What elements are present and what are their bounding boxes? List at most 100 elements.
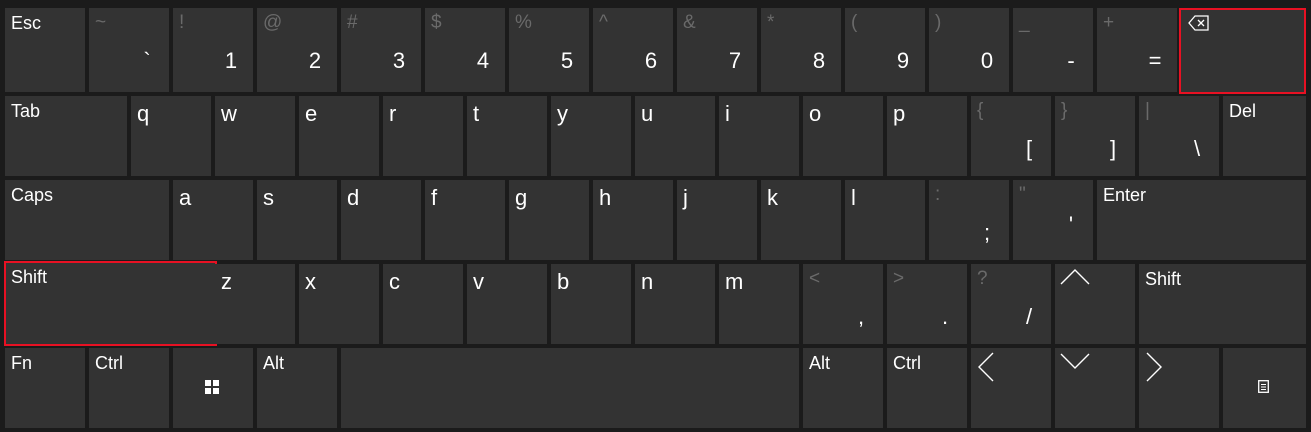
key-primary: . bbox=[941, 304, 949, 329]
key-letter: h bbox=[599, 185, 612, 210]
shift-right-key[interactable]: Shift bbox=[1139, 264, 1306, 344]
key-secondary: # bbox=[347, 12, 358, 33]
key-b[interactable]: b bbox=[551, 264, 631, 344]
key-letter: v bbox=[473, 269, 484, 294]
backtick-key[interactable]: ~ ` bbox=[89, 8, 169, 92]
key-letter: l bbox=[851, 185, 856, 210]
tab-key[interactable]: Tab bbox=[5, 96, 127, 176]
alt-right-key[interactable]: Alt bbox=[803, 348, 883, 428]
key-i[interactable]: i bbox=[719, 96, 799, 176]
ctrl-right-key[interactable]: Ctrl bbox=[887, 348, 967, 428]
key-secondary: ( bbox=[851, 12, 858, 33]
key-y[interactable]: y bbox=[551, 96, 631, 176]
key-letter: c bbox=[389, 269, 400, 294]
key-letter: k bbox=[767, 185, 778, 210]
caps-key[interactable]: Caps bbox=[5, 180, 169, 260]
left-arrow-key[interactable] bbox=[971, 348, 1051, 428]
key-g[interactable]: g bbox=[509, 180, 589, 260]
key-e[interactable]: e bbox=[299, 96, 379, 176]
semicolon-key[interactable]: : ; bbox=[929, 180, 1009, 260]
down-arrow-key[interactable] bbox=[1055, 348, 1135, 428]
key-letter: b bbox=[557, 269, 570, 294]
key-letter: j bbox=[683, 185, 688, 210]
alt-right-label: Alt bbox=[809, 353, 831, 373]
key-letter: i bbox=[725, 101, 730, 126]
key-z[interactable]: z bbox=[215, 264, 295, 344]
shift-right-label: Shift bbox=[1145, 269, 1182, 289]
del-label: Del bbox=[1229, 101, 1257, 121]
key-m[interactable]: m bbox=[719, 264, 799, 344]
quote-key[interactable]: " ' bbox=[1013, 180, 1093, 260]
key-q[interactable]: q bbox=[131, 96, 211, 176]
key-k[interactable]: k bbox=[761, 180, 841, 260]
key-p[interactable]: p bbox=[887, 96, 967, 176]
key-8[interactable]: * 8 bbox=[761, 8, 841, 92]
key-0[interactable]: ) 0 bbox=[929, 8, 1009, 92]
key-3[interactable]: # 3 bbox=[341, 8, 421, 92]
chevron-left-icon bbox=[978, 352, 994, 382]
key-primary: - bbox=[1067, 48, 1075, 73]
key-primary: ' bbox=[1068, 212, 1074, 237]
key-j[interactable]: j bbox=[677, 180, 757, 260]
backspace-key[interactable] bbox=[1179, 8, 1306, 94]
key-a[interactable]: a bbox=[173, 180, 253, 260]
equals-key[interactable]: + = bbox=[1097, 8, 1177, 92]
key-t[interactable]: t bbox=[467, 96, 547, 176]
esc-key[interactable]: Esc bbox=[5, 8, 85, 92]
backslash-key[interactable]: | \ bbox=[1139, 96, 1219, 176]
key-7[interactable]: & 7 bbox=[677, 8, 757, 92]
key-u[interactable]: u bbox=[635, 96, 715, 176]
on-screen-keyboard: Esc ~ ` ! 1 @ 2 # 3 $ 4 % 5 ^ 6 & 7 * 8 … bbox=[0, 0, 1311, 432]
key-v[interactable]: v bbox=[467, 264, 547, 344]
tab-label: Tab bbox=[11, 101, 41, 121]
key-9[interactable]: ( 9 bbox=[845, 8, 925, 92]
space-key[interactable] bbox=[341, 348, 799, 428]
menu-key[interactable] bbox=[1223, 348, 1306, 428]
up-arrow-key[interactable] bbox=[1055, 264, 1135, 344]
key-o[interactable]: o bbox=[803, 96, 883, 176]
key-6[interactable]: ^ 6 bbox=[593, 8, 673, 92]
key-5[interactable]: % 5 bbox=[509, 8, 589, 92]
key-secondary: ? bbox=[977, 268, 988, 289]
chevron-right-icon bbox=[1146, 352, 1162, 382]
key-primary: 0 bbox=[980, 48, 994, 73]
key-x[interactable]: x bbox=[299, 264, 379, 344]
fn-key[interactable]: Fn bbox=[5, 348, 85, 428]
key-d[interactable]: d bbox=[341, 180, 421, 260]
key-2[interactable]: @ 2 bbox=[257, 8, 337, 92]
key-secondary: " bbox=[1019, 184, 1026, 205]
key-primary: \ bbox=[1193, 136, 1201, 161]
key-s[interactable]: s bbox=[257, 180, 337, 260]
key-r[interactable]: r bbox=[383, 96, 463, 176]
shift-left-key[interactable]: Shift bbox=[4, 261, 217, 346]
key-1[interactable]: ! 1 bbox=[173, 8, 253, 92]
del-key[interactable]: Del bbox=[1223, 96, 1306, 176]
comma-key[interactable]: < , bbox=[803, 264, 883, 344]
ctrl-left-key[interactable]: Ctrl bbox=[89, 348, 169, 428]
key-f[interactable]: f bbox=[425, 180, 505, 260]
key-letter: f bbox=[431, 185, 438, 210]
key-l[interactable]: l bbox=[845, 180, 925, 260]
key-c[interactable]: c bbox=[383, 264, 463, 344]
slash-key[interactable]: ? / bbox=[971, 264, 1051, 344]
key-letter: s bbox=[263, 185, 274, 210]
left-bracket-key[interactable]: { [ bbox=[971, 96, 1051, 176]
key-h[interactable]: h bbox=[593, 180, 673, 260]
windows-key[interactable] bbox=[173, 348, 253, 428]
key-letter: y bbox=[557, 101, 568, 126]
key-4[interactable]: $ 4 bbox=[425, 8, 505, 92]
key-secondary: { bbox=[977, 100, 984, 121]
key-secondary: % bbox=[515, 12, 532, 33]
enter-key[interactable]: Enter bbox=[1097, 180, 1306, 260]
key-primary: 9 bbox=[896, 48, 910, 73]
minus-key[interactable]: _ - bbox=[1013, 8, 1093, 92]
ctrl-left-label: Ctrl bbox=[95, 353, 123, 373]
key-n[interactable]: n bbox=[635, 264, 715, 344]
key-primary: ] bbox=[1109, 136, 1117, 161]
alt-left-key[interactable]: Alt bbox=[257, 348, 337, 428]
right-arrow-key[interactable] bbox=[1139, 348, 1219, 428]
key-primary: 7 bbox=[728, 48, 742, 73]
period-key[interactable]: > . bbox=[887, 264, 967, 344]
right-bracket-key[interactable]: } ] bbox=[1055, 96, 1135, 176]
key-w[interactable]: w bbox=[215, 96, 295, 176]
